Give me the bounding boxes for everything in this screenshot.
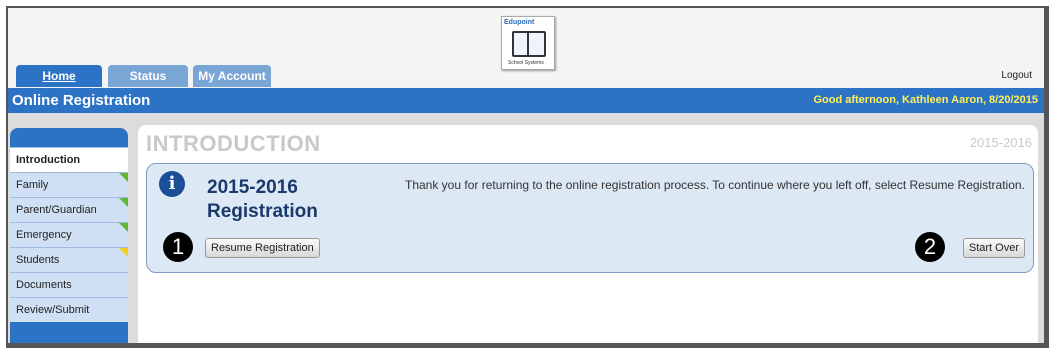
resume-registration-button[interactable]: Resume Registration xyxy=(205,238,320,258)
status-flag-icon xyxy=(119,223,128,232)
logo-subtitle: School Systems xyxy=(508,60,544,66)
sidebar-item-introduction[interactable]: Introduction xyxy=(10,147,128,172)
registration-panel: i 2015-2016 Registration Thank you for r… xyxy=(146,163,1034,273)
sidebar-item-label: Documents xyxy=(16,279,72,291)
greeting-text: Good afternoon, Kathleen Aaron, 8/20/201… xyxy=(813,94,1038,106)
tab-my-account[interactable]: My Account xyxy=(193,65,271,87)
start-over-button[interactable]: Start Over xyxy=(962,238,1025,258)
sidebar-list: Introduction Family Parent/Guardian Emergen… xyxy=(10,147,128,322)
status-flag-icon xyxy=(119,173,128,182)
sidebar-item-label: Introduction xyxy=(16,154,81,166)
sidebar-item-label: Review/Submit xyxy=(16,304,90,316)
browser-frame: Edupoint School Systems Home Status My A… xyxy=(6,6,1049,348)
sidebar-item-label: Family xyxy=(16,179,49,191)
sidebar-item-documents[interactable]: Documents xyxy=(10,272,128,297)
page-title: Online Registration xyxy=(12,92,151,109)
main-content: INTRODUCTION 2015-2016 i 2015-2016 Regis… xyxy=(138,125,1038,343)
edupoint-logo: Edupoint School Systems xyxy=(501,16,555,70)
top-bar: Edupoint School Systems Home Status My A… xyxy=(8,8,1044,88)
info-icon: i xyxy=(159,171,185,197)
tab-home[interactable]: Home xyxy=(16,65,102,87)
header-bar: Online Registration Good afternoon, Kath… xyxy=(8,88,1044,113)
sidebar-item-parent-guardian[interactable]: Parent/Guardian xyxy=(10,197,128,222)
sidebar-item-label: Students xyxy=(16,254,60,266)
school-year: 2015-2016 xyxy=(969,135,1032,150)
book-icon xyxy=(512,31,546,57)
sidebar-item-students[interactable]: Students xyxy=(10,247,128,272)
sidebar-item-label: Emergency xyxy=(16,229,72,241)
sidebar-item-emergency[interactable]: Emergency xyxy=(10,222,128,247)
logo-brand: Edupoint xyxy=(504,19,535,26)
step-badge-2: 2 xyxy=(915,232,945,262)
sidebar-item-label: Parent/Guardian xyxy=(16,204,97,216)
sidebar-item-review-submit[interactable]: Review/Submit xyxy=(10,297,128,322)
step-badge-1: 1 xyxy=(163,232,193,262)
section-title: INTRODUCTION xyxy=(146,131,321,156)
status-flag-icon xyxy=(119,198,128,207)
logout-link[interactable]: Logout xyxy=(1001,70,1032,81)
tab-status[interactable]: Status xyxy=(108,65,188,87)
panel-message: Thank you for returning to the online re… xyxy=(405,178,1025,192)
sidebar: Introduction Family Parent/Guardian Emergen… xyxy=(10,128,128,343)
panel-heading: 2015-2016 Registration xyxy=(207,177,318,222)
sidebar-item-family[interactable]: Family xyxy=(10,172,128,197)
status-flag-icon xyxy=(119,248,128,257)
